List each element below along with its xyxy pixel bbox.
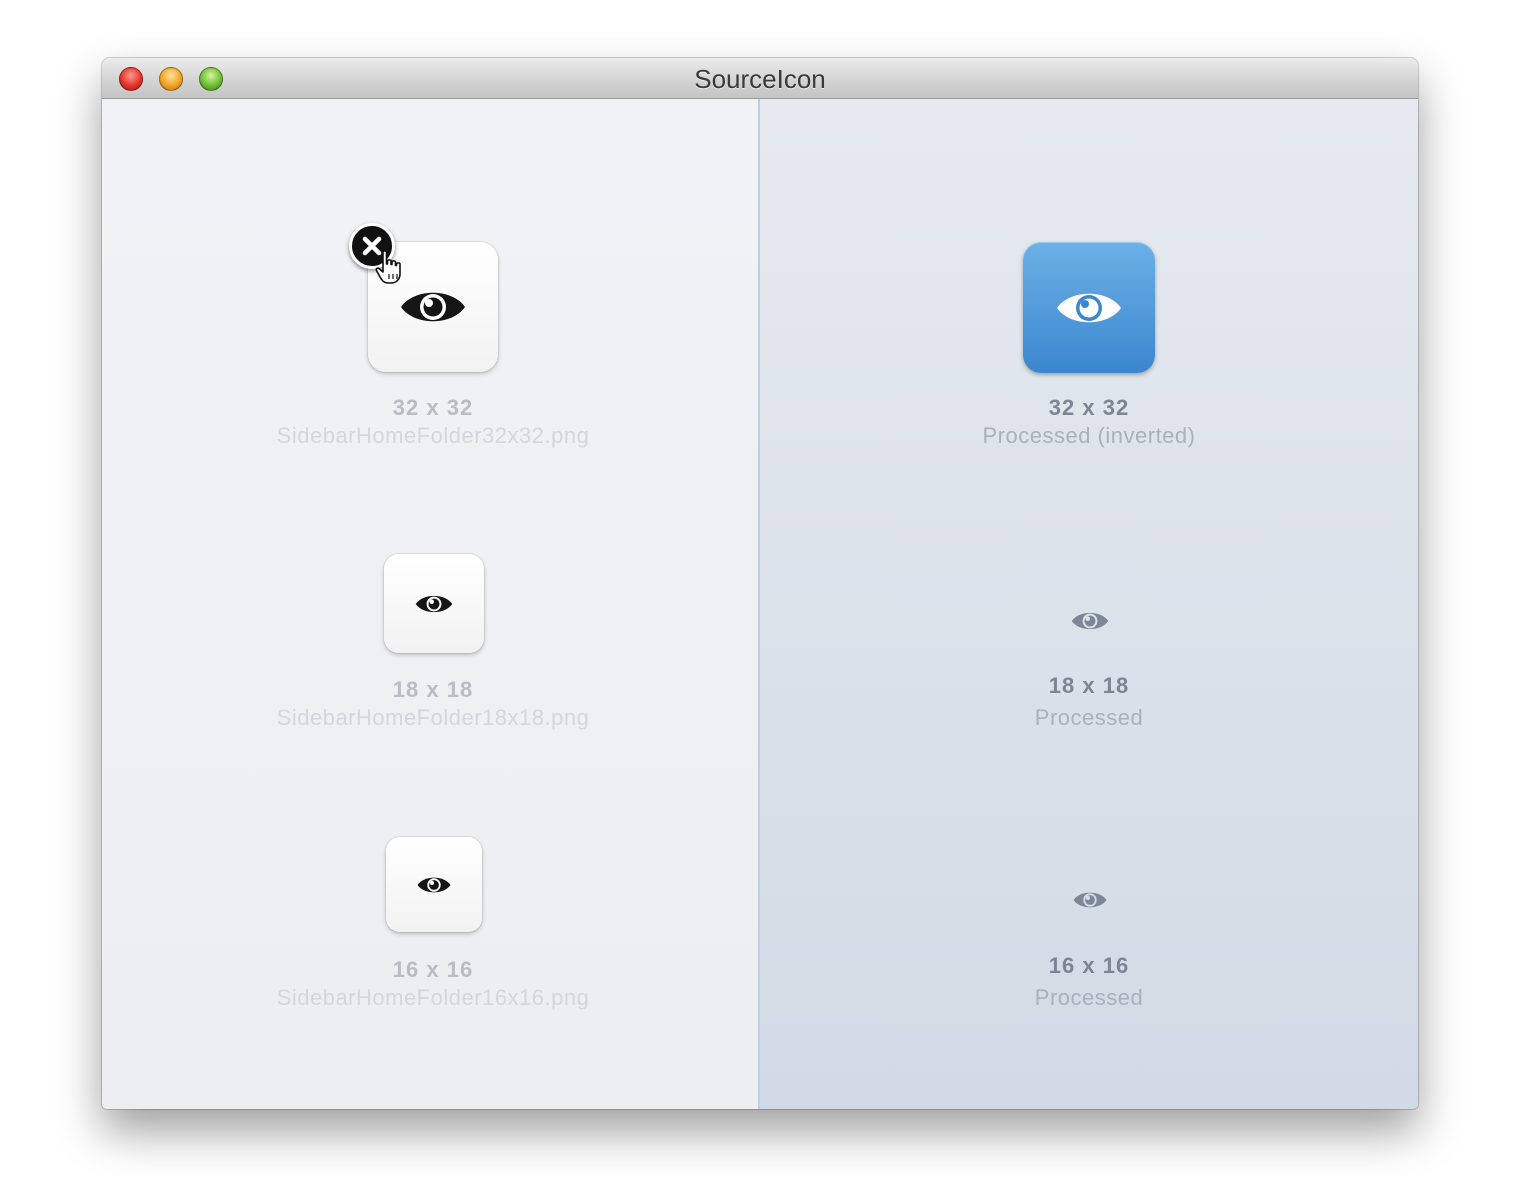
pointing-hand-cursor — [375, 250, 401, 284]
source-filename-32: SidebarHomeFolder32x32.png — [276, 423, 590, 448]
processed-icon-16 — [1069, 886, 1111, 914]
source-icons-pane: 32 x 32 SidebarHomeFolder32x32.png 18 x … — [102, 99, 758, 1109]
source-filename-18: SidebarHomeFolder18x18.png — [276, 705, 590, 730]
eye-icon — [1057, 293, 1121, 322]
processed-size-label-16: 16 x 16 — [1048, 953, 1130, 978]
window-title: SourceIcon — [694, 64, 826, 94]
eye-icon — [1071, 612, 1109, 630]
source-icon-16-well[interactable] — [386, 837, 482, 932]
source-icon-18-well[interactable] — [384, 554, 484, 653]
source-size-label-18: 18 x 18 — [392, 677, 474, 702]
source-filename-16: SidebarHomeFolder16x16.png — [276, 985, 590, 1010]
processed-size-label-18: 18 x 18 — [1048, 673, 1130, 698]
processed-icon-18 — [1067, 606, 1113, 636]
processed-caption-18: Processed — [1034, 705, 1144, 730]
processed-caption-32: Processed (inverted) — [982, 423, 1196, 448]
source-size-label-32: 32 x 32 — [392, 395, 474, 420]
eye-icon — [417, 877, 451, 892]
title-bar[interactable]: SourceIcon — [102, 58, 1418, 99]
eye-icon — [401, 292, 465, 322]
eye-icon — [1073, 892, 1107, 908]
source-size-label-16: 16 x 16 — [392, 957, 474, 982]
eye-icon — [415, 595, 453, 612]
processed-caption-16: Processed — [1034, 985, 1144, 1010]
app-window: SourceIcon 32 x 32 SidebarHomeFolder32x3… — [102, 58, 1418, 1109]
processed-icon-32-inverted — [1023, 242, 1155, 373]
processed-size-label-32: 32 x 32 — [1048, 395, 1130, 420]
processed-icons-pane: 32 x 32 Processed (inverted) 18 x 18 Pro… — [760, 99, 1418, 1109]
